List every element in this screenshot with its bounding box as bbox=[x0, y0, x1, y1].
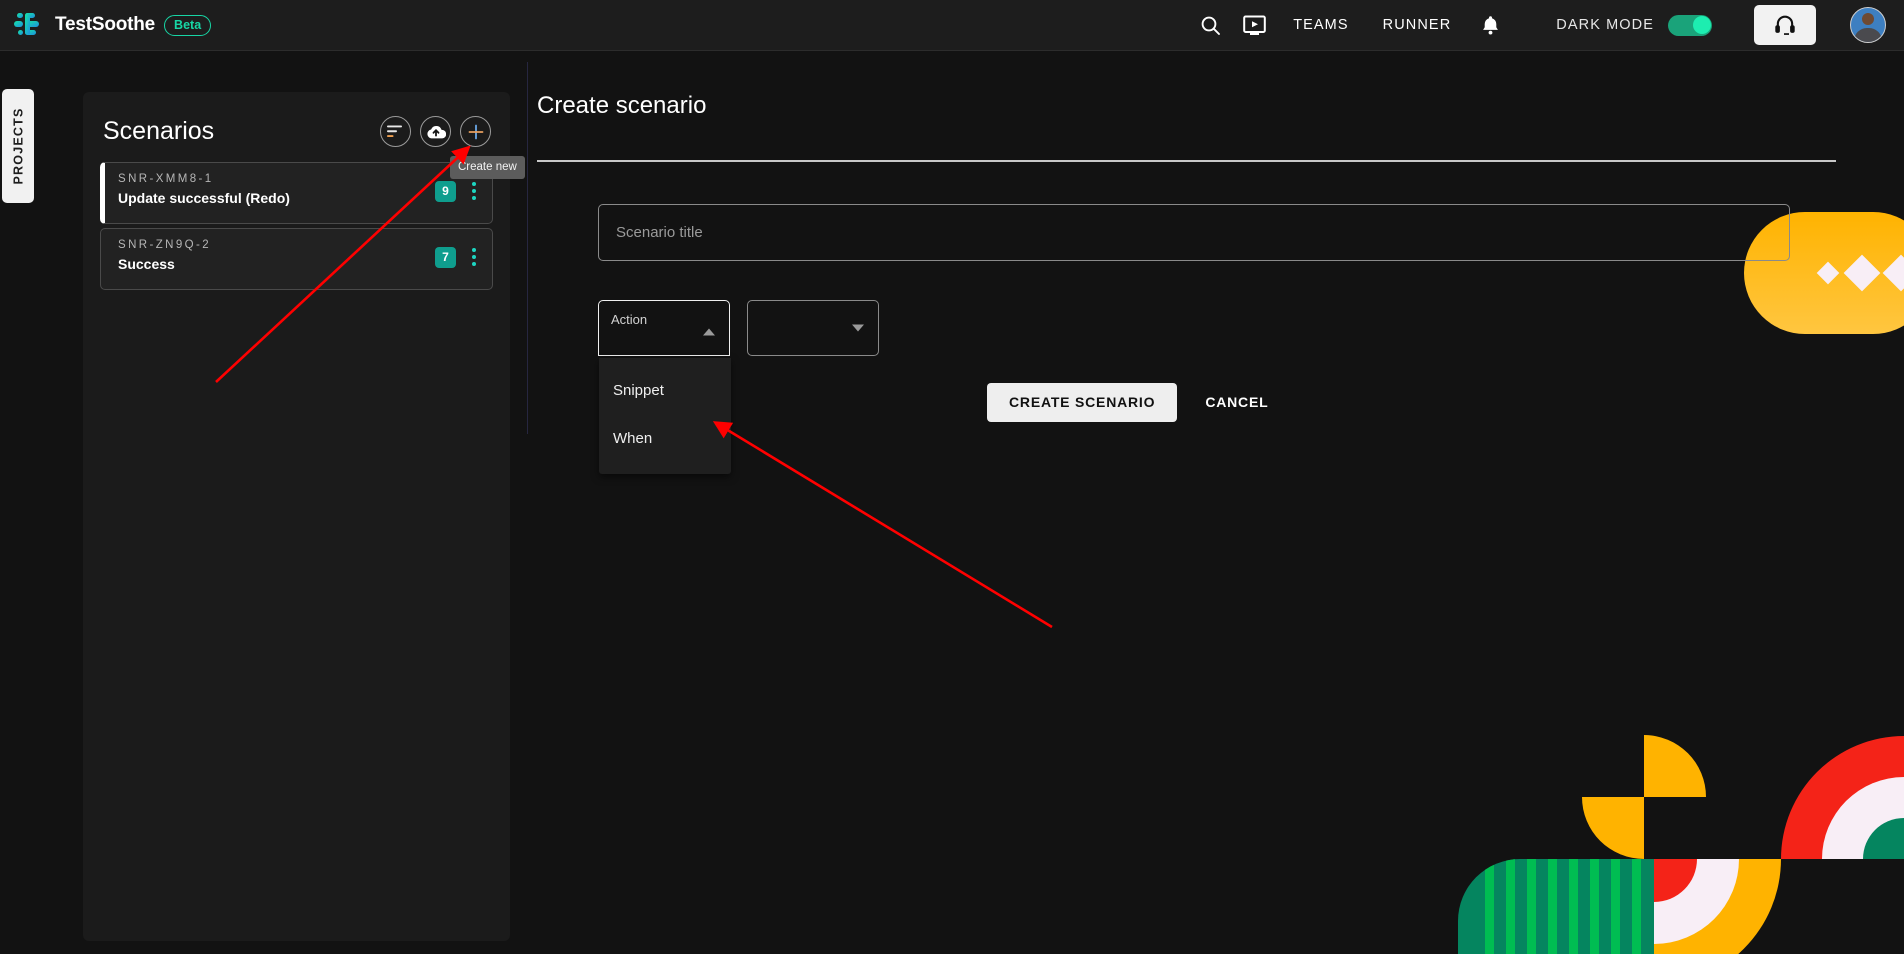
scenarios-panel-header: Scenarios bbox=[83, 92, 510, 154]
status-badge: 9 bbox=[435, 180, 456, 202]
chevron-up-icon bbox=[703, 328, 715, 335]
scenario-card-meta: 7 bbox=[435, 245, 492, 269]
selects-row: Action Snippet When bbox=[598, 299, 1904, 474]
scenarios-header-actions bbox=[380, 116, 491, 147]
video-player-icon[interactable] bbox=[1232, 3, 1276, 47]
scenarios-panel: Scenarios SNR-XMM8-1 Update successful (… bbox=[83, 92, 510, 941]
scenario-name: Success bbox=[118, 256, 175, 272]
scenario-options-menu-icon[interactable] bbox=[469, 245, 479, 269]
scenario-code: SNR-ZN9Q-2 bbox=[118, 239, 212, 251]
projects-tab-label: PROJECTS bbox=[11, 107, 26, 185]
scenario-card-meta: 9 bbox=[435, 179, 492, 203]
filter-sort-icon[interactable] bbox=[380, 116, 411, 147]
action-select-dropdown: Snippet When bbox=[599, 357, 731, 474]
page-title: Create scenario bbox=[537, 92, 707, 119]
search-icon[interactable] bbox=[1188, 3, 1232, 47]
action-select-label: Action bbox=[611, 311, 648, 327]
notification-bell-icon[interactable] bbox=[1468, 3, 1512, 47]
status-badge: 7 bbox=[435, 246, 456, 268]
dark-mode-label: DARK MODE bbox=[1556, 17, 1654, 33]
scenarios-title: Scenarios bbox=[103, 117, 215, 145]
app-root: TestSoothe Beta TEAMS RUNNER DARK MODE P… bbox=[0, 0, 1904, 954]
plus-icon[interactable] bbox=[460, 116, 491, 147]
top-nav-right-group: TEAMS RUNNER DARK MODE bbox=[1188, 0, 1904, 51]
brand-name: TestSoothe bbox=[55, 14, 156, 35]
user-avatar[interactable] bbox=[1850, 7, 1886, 43]
create-new-tooltip: Create new bbox=[450, 156, 525, 179]
brand-home-link[interactable]: TestSoothe Beta bbox=[12, 10, 212, 40]
top-navigation-bar: TestSoothe Beta TEAMS RUNNER DARK MODE bbox=[0, 0, 1904, 51]
create-scenario-form: Action Snippet When CREATE SCENARIO CANC… bbox=[537, 162, 1904, 474]
dropdown-option-snippet[interactable]: Snippet bbox=[599, 367, 731, 415]
headset-support-icon[interactable] bbox=[1754, 5, 1816, 45]
scenario-card-text: SNR-XMM8-1 Update successful (Redo) bbox=[118, 173, 290, 206]
form-actions: CREATE SCENARIO CANCEL bbox=[598, 382, 1904, 422]
scenario-card-text: SNR-ZN9Q-2 Success bbox=[118, 239, 211, 272]
sidebar-tab-projects[interactable]: PROJECTS bbox=[2, 89, 34, 203]
list-item[interactable]: SNR-XMM8-1 Update successful (Redo) 9 bbox=[100, 162, 493, 224]
action-select[interactable]: Action Snippet When bbox=[598, 299, 731, 474]
dark-mode-toggle[interactable]: DARK MODE bbox=[1556, 14, 1712, 36]
nav-link-runner[interactable]: RUNNER bbox=[1366, 17, 1469, 33]
main-content: Create scenario Action Snippet When bbox=[537, 92, 1904, 474]
cloud-upload-icon[interactable] bbox=[420, 116, 451, 147]
chevron-down-icon bbox=[852, 324, 864, 331]
create-scenario-button[interactable]: CREATE SCENARIO bbox=[987, 382, 1178, 422]
list-item[interactable]: SNR-ZN9Q-2 Success 7 bbox=[100, 228, 493, 290]
scenario-code: SNR-XMM8-1 bbox=[118, 173, 214, 185]
avatar-body bbox=[1854, 28, 1882, 42]
scenario-title-input[interactable] bbox=[598, 203, 1790, 261]
avatar-head bbox=[1862, 13, 1874, 25]
scenario-options-menu-icon[interactable] bbox=[469, 179, 479, 203]
testsoothe-logo-icon bbox=[12, 10, 46, 40]
vertical-divider bbox=[527, 62, 528, 434]
dropdown-option-when[interactable]: When bbox=[599, 415, 731, 463]
dark-mode-switch[interactable] bbox=[1668, 14, 1712, 36]
scenario-list: SNR-XMM8-1 Update successful (Redo) 9 SN… bbox=[83, 154, 510, 290]
beta-badge: Beta bbox=[164, 14, 212, 36]
secondary-select[interactable] bbox=[747, 299, 879, 356]
dark-mode-switch-knob bbox=[1692, 16, 1711, 34]
cancel-button[interactable]: CANCEL bbox=[1199, 394, 1274, 410]
scenario-name: Update successful (Redo) bbox=[118, 190, 290, 206]
nav-link-teams[interactable]: TEAMS bbox=[1276, 17, 1365, 33]
decorative-geometric-pattern bbox=[1430, 700, 1904, 954]
